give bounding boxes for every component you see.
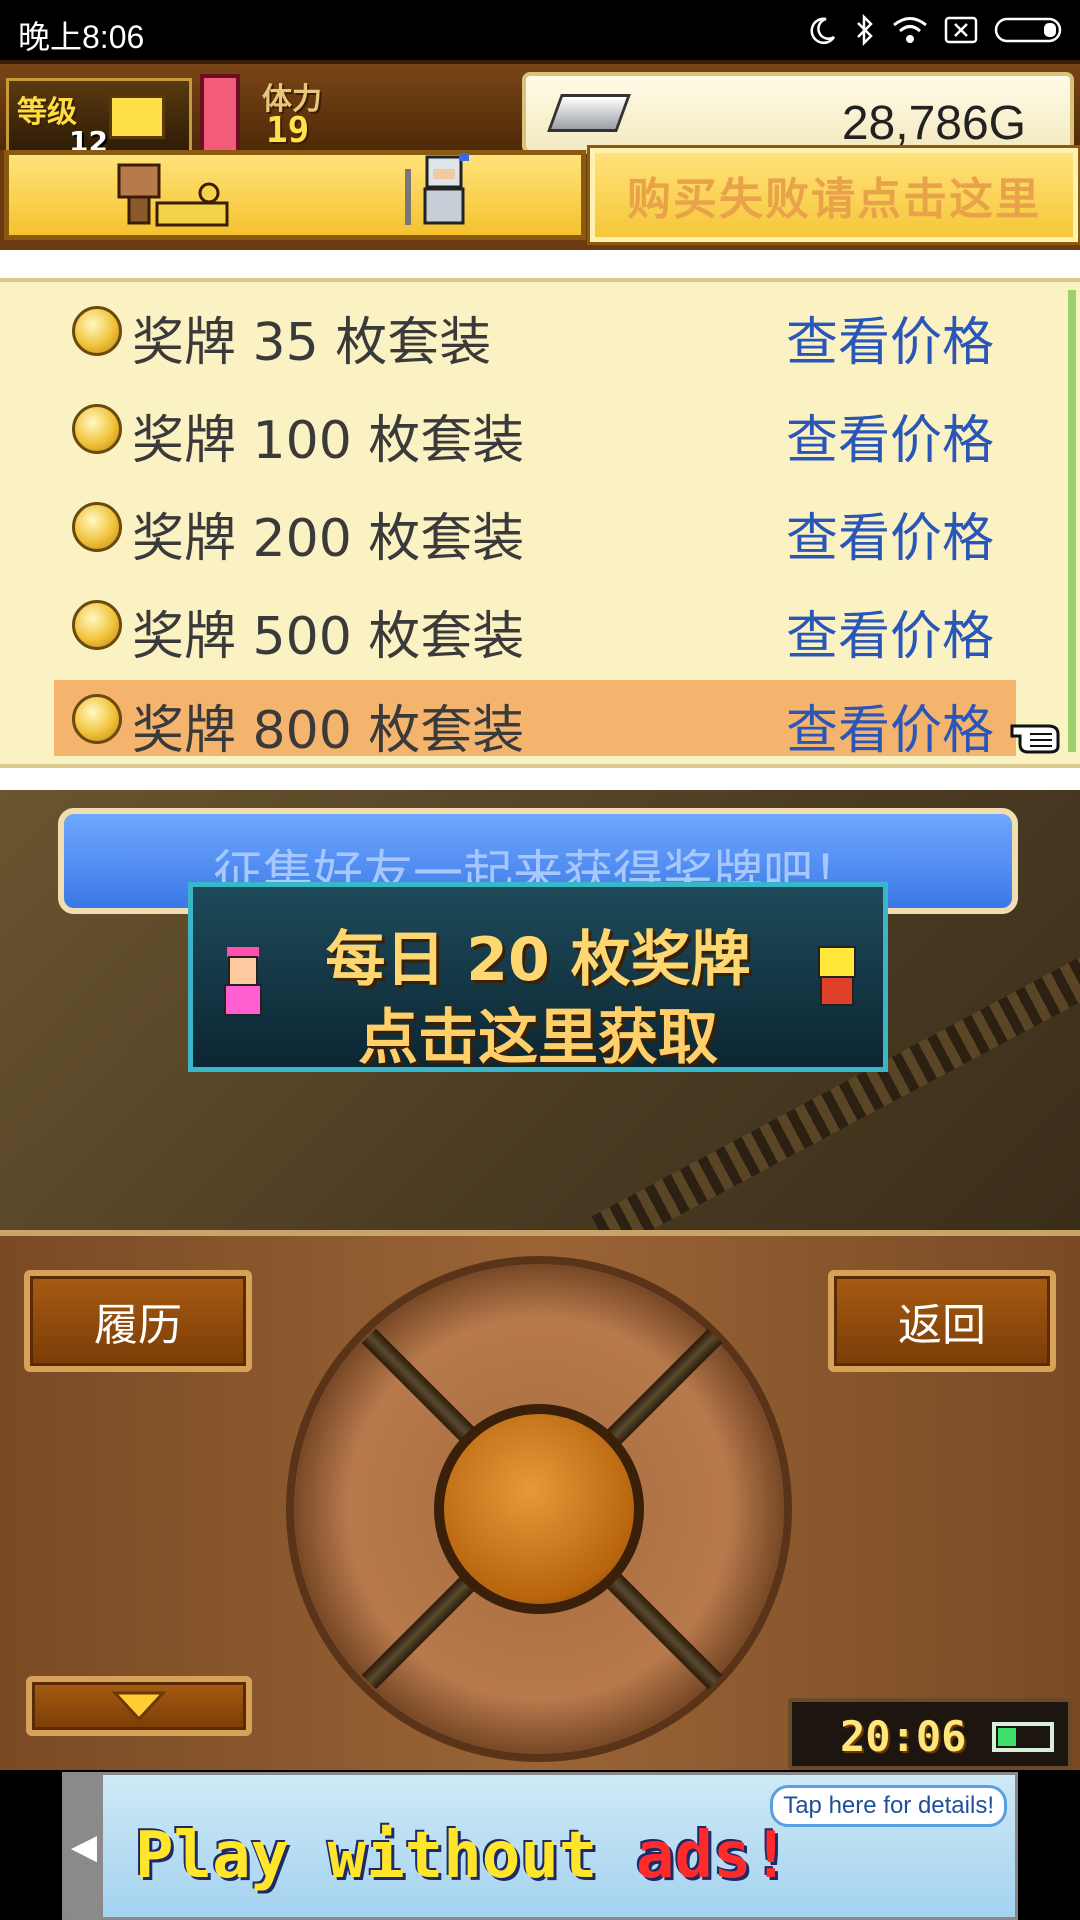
ad-banner[interactable]: ◀ Play without ads! Tap here for details…: [62, 1772, 1018, 1920]
buy-fail-button[interactable]: 购买失败请点击这里: [587, 145, 1080, 245]
item-label: 奖牌 500 枚套装: [132, 607, 525, 667]
level-label: 等级: [17, 95, 77, 130]
medal-shop-list: 奖牌 35 枚套装 查看价格 奖牌 100 枚套装 查看价格 奖牌 200 枚套…: [0, 250, 1080, 790]
view-price-link[interactable]: 查看价格: [786, 398, 994, 473]
ad-bar: ◀ Play without ads! Tap here for details…: [0, 1770, 1080, 1920]
ad-headline-main: Play without: [135, 1819, 598, 1893]
yellow-sprite-icon: [818, 946, 856, 1006]
level-sign-icon: [109, 95, 165, 139]
hand-pointer-icon: [1010, 724, 1060, 754]
game-clock: 20:06: [788, 1698, 1072, 1770]
device-battery-icon: [992, 1722, 1054, 1752]
money-value: 28,786G: [841, 97, 1026, 150]
list-scrollbar[interactable]: [1068, 290, 1076, 752]
item-label: 奖牌 35 枚套装: [132, 313, 492, 373]
down-arrow-icon: [111, 1691, 167, 1722]
moon-icon: [810, 17, 836, 44]
daily-line1: 每日 20 枚奖牌: [325, 925, 751, 995]
game-scene: 征集好友一起来获得奖牌吧！ 每日 20 枚奖牌 点击这里获取: [0, 790, 1080, 1230]
list-item[interactable]: 奖牌 500 枚套装 查看价格: [54, 586, 1016, 667]
wifi-icon: [893, 17, 927, 43]
daily-line2: 点击这里获取: [358, 1003, 718, 1073]
item-label: 奖牌 100 枚套装: [132, 411, 525, 471]
directional-dial[interactable]: [286, 1256, 792, 1762]
buy-fail-label: 购买失败请点击这里: [627, 174, 1041, 225]
ad-left-arrow-icon[interactable]: ◀: [65, 1775, 103, 1919]
clock-time: 20:06: [840, 1712, 967, 1761]
money-box: 28,786G: [522, 72, 1074, 154]
medal-icon: [72, 502, 122, 552]
view-price-link[interactable]: 查看价格: [786, 300, 994, 375]
list-item[interactable]: 奖牌 100 枚套装 查看价格: [54, 390, 1016, 471]
stamina-value: 19: [266, 110, 310, 151]
list-item[interactable]: 奖牌 200 枚套装 查看价格: [54, 488, 1016, 569]
battery-icon: [994, 17, 1062, 43]
level-box: 等级 12: [6, 78, 192, 158]
ad-headline: Play without ads!: [135, 1819, 790, 1893]
list-item-selected[interactable]: 奖牌 800 枚套装 查看价格: [54, 680, 1016, 761]
ad-details-button[interactable]: Tap here for details!: [770, 1785, 1007, 1827]
history-button[interactable]: 履历: [24, 1270, 252, 1372]
medal-icon: [72, 306, 122, 356]
sim-off-icon: [944, 16, 978, 44]
control-panel: 履历 返回 20:06: [0, 1230, 1080, 1770]
list-item[interactable]: 奖牌 35 枚套装 查看价格: [54, 292, 1016, 373]
status-time: 晚上8:06: [18, 19, 145, 55]
silver-ingot-icon: [547, 94, 631, 132]
status-icons: [808, 10, 1066, 50]
view-price-link[interactable]: 查看价格: [786, 688, 994, 763]
shop-list-panel: 奖牌 35 枚套装 查看价格 奖牌 100 枚套装 查看价格 奖牌 200 枚套…: [0, 278, 1080, 768]
header-bar: 等级 12 体力 19 28,786G: [0, 60, 1080, 158]
bluetooth-icon: [857, 14, 873, 46]
scroll-down-button[interactable]: [26, 1676, 252, 1736]
daily-medal-banner[interactable]: 每日 20 枚奖牌 点击这里获取: [188, 882, 888, 1073]
medal-icon: [72, 404, 122, 454]
shop-scene: [4, 150, 586, 240]
dial-center-button[interactable]: [434, 1404, 644, 1614]
status-bar: 晚上8:06: [0, 0, 1080, 60]
back-button[interactable]: 返回: [828, 1270, 1056, 1372]
item-label: 奖牌 200 枚套装: [132, 509, 525, 569]
ad-headline-red: ads!: [635, 1819, 791, 1893]
view-price-link[interactable]: 查看价格: [786, 496, 994, 571]
medal-icon: [72, 694, 122, 744]
knight-icon: [405, 153, 469, 225]
item-label: 奖牌 800 枚套装: [132, 701, 525, 761]
game-header: 等级 12 体力 19 28,786G 购买失败请点击这里: [0, 60, 1080, 250]
view-price-link[interactable]: 查看价格: [786, 594, 994, 669]
stamina-bar: [200, 74, 240, 154]
medal-icon: [72, 600, 122, 650]
shopkeeper-icon: [117, 163, 229, 227]
